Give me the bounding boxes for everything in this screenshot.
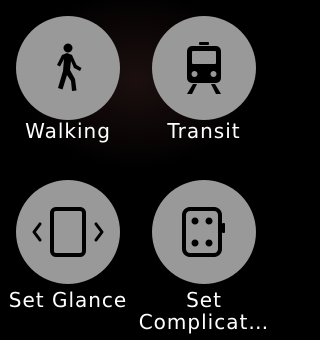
set-glance-label: Set Glance [8, 288, 128, 312]
watch-face-icon [182, 207, 225, 257]
set-glance-button[interactable] [16, 180, 120, 284]
set-complication-label: Set Complicat… [136, 289, 272, 333]
walking-label: Walking [25, 119, 111, 143]
train-icon [187, 42, 221, 94]
set-complication-label-line2: Complicat… [138, 310, 270, 334]
walking-button[interactable] [16, 16, 120, 120]
walking-person-icon [57, 43, 82, 91]
set-complication-button[interactable] [152, 180, 256, 284]
transit-label: Transit [167, 119, 241, 143]
set-complication-label-line1: Set [186, 288, 222, 312]
transit-button[interactable] [152, 16, 256, 120]
watch-menu-screen: Walking Transit Set Glance Set Complicat… [0, 0, 272, 340]
glance-swipe-icon [32, 207, 104, 257]
